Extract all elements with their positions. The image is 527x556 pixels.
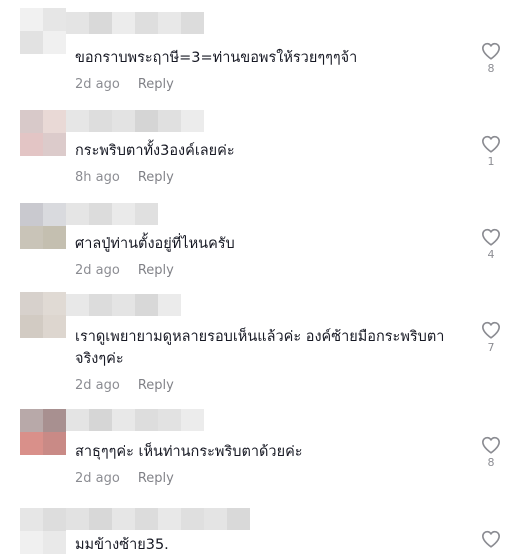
like-count: 4: [487, 248, 495, 261]
avatar-pixel: [20, 31, 43, 54]
like-button[interactable]: 7: [478, 321, 504, 355]
comment-text: มมข้างซ้าย35.: [75, 537, 169, 553]
avatar-pixel: [20, 315, 43, 338]
avatar-pixel: [43, 409, 66, 432]
avatar-pixel: [43, 203, 66, 226]
heart-icon: [482, 530, 500, 548]
avatar-pixel: [20, 133, 43, 156]
avatar[interactable]: [20, 409, 66, 455]
comment-meta: 2d ago Reply: [75, 378, 174, 394]
timestamp: 2d ago: [75, 471, 120, 486]
avatar-pixel: [20, 409, 43, 432]
avatar[interactable]: [20, 292, 66, 338]
comment-meta: 2d ago Reply: [75, 263, 174, 279]
reply-button[interactable]: Reply: [138, 471, 174, 486]
like-button[interactable]: 4: [478, 228, 504, 262]
comment-text: ขอกราบพระฤาษี=3=ท่านขอพรให้รวยๆๆๆจ้า: [75, 50, 358, 66]
avatar-pixel: [20, 508, 43, 531]
like-count: 7: [487, 341, 495, 354]
username-blurred[interactable]: [66, 508, 250, 530]
avatar-pixel: [20, 110, 43, 133]
heart-icon: [482, 42, 500, 60]
avatar-pixel: [43, 31, 66, 54]
heart-icon: [482, 436, 500, 454]
avatar-pixel: [20, 226, 43, 249]
like-count: 8: [487, 456, 495, 469]
avatar-pixel: [43, 315, 66, 338]
avatar-pixel: [43, 226, 66, 249]
username-blurred[interactable]: [66, 12, 204, 34]
timestamp: 8h ago: [75, 170, 120, 185]
reply-button[interactable]: Reply: [138, 263, 174, 278]
comment-text: ศาลปู่ท่านตั้งอยู่ที่ไหนครับ: [75, 236, 235, 252]
heart-icon: [482, 228, 500, 246]
avatar[interactable]: [20, 8, 66, 54]
reply-button[interactable]: Reply: [138, 77, 174, 92]
avatar-pixel: [43, 133, 66, 156]
timestamp: 2d ago: [75, 378, 120, 393]
like-button[interactable]: 8: [478, 42, 504, 76]
avatar-pixel: [43, 292, 66, 315]
username-blurred[interactable]: [66, 409, 204, 431]
avatar[interactable]: [20, 203, 66, 249]
timestamp: 2d ago: [75, 263, 120, 278]
comment-meta: 2d ago Reply: [75, 77, 174, 93]
heart-icon: [482, 321, 500, 339]
avatar[interactable]: [20, 110, 66, 156]
avatar-pixel: [20, 292, 43, 315]
avatar-pixel: [43, 508, 66, 531]
avatar-pixel: [20, 203, 43, 226]
username-blurred[interactable]: [66, 294, 181, 316]
username-blurred[interactable]: [66, 110, 204, 132]
avatar-pixel: [43, 531, 66, 554]
avatar-pixel: [20, 432, 43, 455]
avatar-pixel: [43, 432, 66, 455]
reply-button[interactable]: Reply: [138, 378, 174, 393]
reply-button[interactable]: Reply: [138, 170, 174, 185]
comment-text: สาธุๆๆค่ะ เห็นท่านกระพริบตาด้วยค่ะ: [75, 444, 303, 460]
timestamp: 2d ago: [75, 77, 120, 92]
like-count: 1: [487, 155, 495, 168]
avatar-pixel: [20, 8, 43, 31]
like-count: 8: [487, 62, 495, 75]
comment-text: กระพริบตาทั้ง3องค์เลยค่ะ: [75, 143, 235, 159]
avatar-pixel: [43, 110, 66, 133]
username-blurred[interactable]: [66, 203, 158, 225]
comment-text: เราดูเพยายามดูหลายรอบเห็นแล้วค่ะ องค์ซ้า…: [75, 329, 445, 367]
like-button[interactable]: 1: [478, 135, 504, 169]
avatar-pixel: [20, 531, 43, 554]
like-button[interactable]: 8: [478, 436, 504, 470]
heart-icon: [482, 135, 500, 153]
avatar[interactable]: [20, 508, 66, 554]
comment-meta: 2d ago Reply: [75, 471, 174, 487]
comment-meta: 8h ago Reply: [75, 170, 174, 186]
avatar-pixel: [43, 8, 66, 31]
like-button[interactable]: [478, 530, 504, 548]
